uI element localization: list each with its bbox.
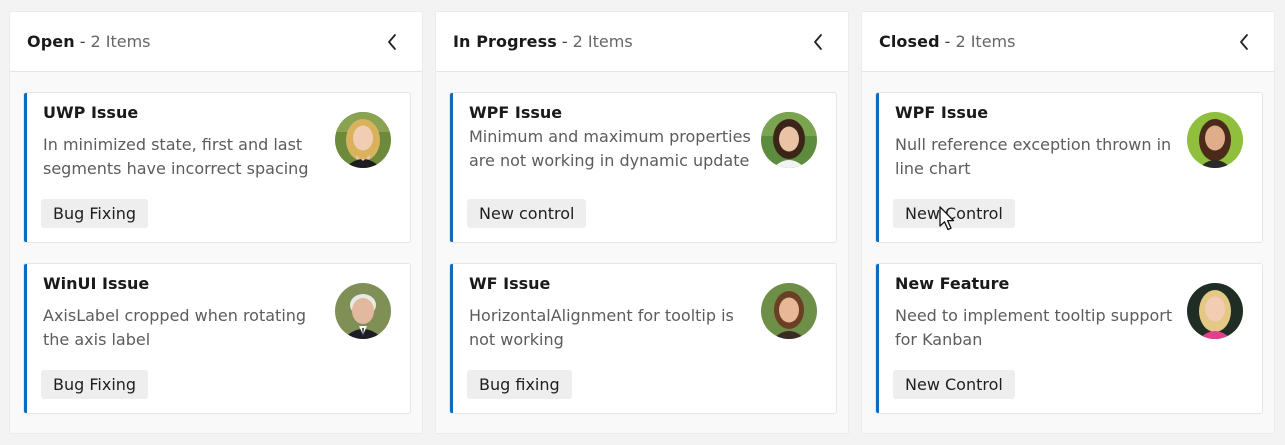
card-accent-bar	[450, 93, 453, 242]
column-header: Open -2 Items	[10, 12, 422, 72]
card-description: Need to implement tooltip support for Ka…	[895, 306, 1173, 349]
kanban-card[interactable]: WPF Issue Null reference exception throw…	[875, 92, 1263, 243]
column-separator: -	[79, 32, 86, 51]
column-item-count: 2 Items	[572, 32, 633, 51]
column-separator: -	[561, 32, 568, 51]
card-description: Null reference exception thrown in line …	[895, 135, 1172, 178]
avatar	[335, 112, 391, 168]
avatar	[335, 283, 391, 339]
card-tag: New Control	[893, 370, 1015, 399]
column-header: In Progress -2 Items	[436, 12, 848, 72]
card-title: WinUI Issue	[43, 274, 150, 293]
card-tag: New control	[467, 199, 587, 228]
card-tag: Bug Fixing	[41, 199, 149, 228]
card-description: HorizontalAlignment for tooltip is not w…	[469, 306, 734, 349]
column-title: In Progress -2 Items	[453, 32, 633, 51]
column-item-count: 2 Items	[90, 32, 151, 51]
column-name: Open	[27, 32, 75, 51]
chevron-left-icon	[1240, 34, 1248, 50]
card-tag: Bug Fixing	[41, 370, 149, 399]
card-accent-bar	[450, 264, 453, 413]
card-accent-bar	[24, 264, 27, 413]
kanban-card[interactable]: WinUI Issue AxisLabel cropped when rotat…	[23, 263, 411, 414]
column-in-progress: In Progress -2 Items WPF Issue Minimum an…	[435, 11, 849, 434]
kanban-card[interactable]: UWP Issue In minimized state, first and …	[23, 92, 411, 243]
card-title: WPF Issue	[469, 103, 563, 122]
chevron-left-icon	[388, 34, 396, 50]
column-open: Open -2 Items UWP Issue In minimized stat…	[9, 11, 423, 434]
card-description: AxisLabel cropped when rotating the axis…	[43, 306, 307, 349]
kanban-card[interactable]: WF Issue HorizontalAlignment for tooltip…	[449, 263, 837, 414]
avatar	[761, 112, 817, 168]
card-accent-bar	[876, 93, 879, 242]
card-title: New Feature	[895, 274, 1010, 293]
avatar	[1187, 112, 1243, 168]
column-name: In Progress	[453, 32, 557, 51]
column-closed: Closed -2 Items WPF Issue Null reference …	[861, 11, 1275, 434]
collapse-column-button[interactable]	[378, 28, 406, 56]
card-tag: New Control	[893, 199, 1015, 228]
kanban-card[interactable]: WPF Issue Minimum and maximum properties…	[449, 92, 837, 243]
card-title: UWP Issue	[43, 103, 139, 122]
avatar	[761, 283, 817, 339]
card-description: Minimum and maximum properties are not w…	[469, 127, 751, 170]
card-accent-bar	[24, 93, 27, 242]
column-separator: -	[944, 32, 951, 51]
column-header: Closed -2 Items	[862, 12, 1274, 72]
column-title: Open -2 Items	[27, 32, 151, 51]
column-name: Closed	[879, 32, 940, 51]
kanban-card[interactable]: New Feature Need to implement tooltip su…	[875, 263, 1263, 414]
card-title: WF Issue	[469, 274, 551, 293]
card-description: In minimized state, first and last segme…	[43, 135, 309, 178]
collapse-column-button[interactable]	[804, 28, 832, 56]
avatar	[1187, 283, 1243, 339]
column-title: Closed -2 Items	[879, 32, 1015, 51]
collapse-column-button[interactable]	[1230, 28, 1258, 56]
card-title: WPF Issue	[895, 103, 989, 122]
chevron-left-icon	[814, 34, 822, 50]
card-accent-bar	[876, 264, 879, 413]
card-tag: Bug fixing	[467, 370, 572, 399]
column-item-count: 2 Items	[955, 32, 1016, 51]
